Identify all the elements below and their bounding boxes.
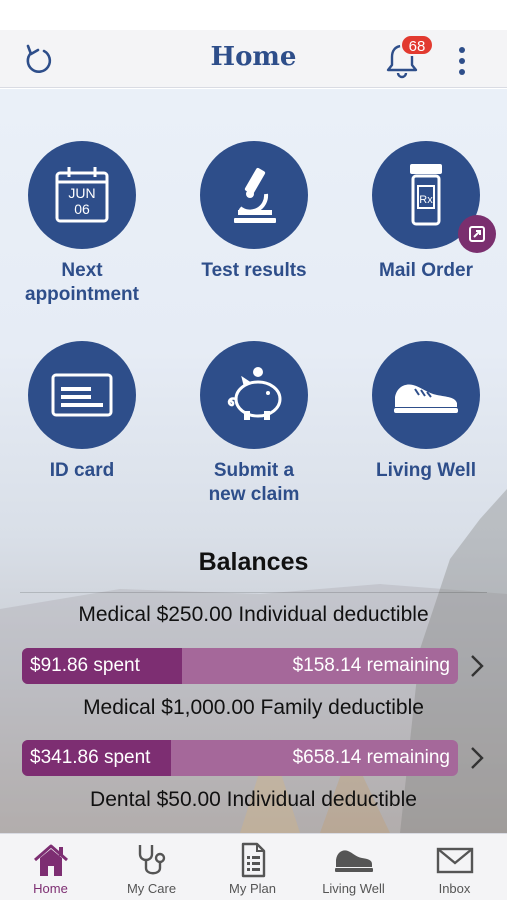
tile-living-well[interactable]: Living Well (341, 341, 507, 483)
tab-label-living-well: Living Well (322, 881, 385, 896)
balance-remaining-text: $658.14 remaining (292, 747, 450, 768)
notification-badge: 68 (400, 34, 434, 56)
calendar-icon: JUN 06 (55, 167, 109, 223)
more-menu-icon[interactable] (452, 44, 472, 76)
balances-heading: Balances (198, 548, 309, 576)
tab-label-inbox: Inbox (438, 881, 471, 896)
calendar-day: 06 (74, 201, 90, 217)
external-link-badge (458, 215, 496, 253)
tab-label-home: Home (33, 881, 68, 896)
tile-label-next-appointment: Next appointment (25, 260, 139, 305)
tile-next-appointment[interactable]: JUN 06 Next appointment (0, 141, 167, 307)
tab-label-my-plan: My Plan (229, 881, 276, 896)
stethoscope-icon (138, 845, 165, 875)
tab-my-care[interactable]: My Care (101, 834, 202, 900)
tab-inbox[interactable]: Inbox (404, 834, 505, 900)
tile-id-card[interactable]: ID card (0, 341, 167, 483)
sneaker-icon (334, 850, 373, 872)
tab-label-my-care: My Care (126, 881, 177, 896)
calendar-month: JUN (68, 185, 95, 201)
balance-spent-text: $91.86 spent (30, 655, 140, 676)
chevron-right-icon[interactable] (468, 744, 486, 772)
mail-order-circle: Rx (372, 141, 496, 253)
tile-label-mail-order: Mail Order (379, 260, 473, 281)
tile-label-living-well: Living Well (376, 460, 476, 481)
balance-description: Medical $1,000.00 Family deductible (83, 696, 424, 719)
balance-spent-text: $341.86 spent (30, 747, 151, 768)
balance-description: Medical $250.00 Individual deductible (78, 603, 429, 626)
tile-submit-claim[interactable]: Submit a new claim (169, 341, 339, 507)
app-header: Home 68 (0, 30, 507, 88)
tile-label-id-card: ID card (49, 460, 115, 481)
svg-text:Rx: Rx (419, 194, 433, 206)
id-card-circle (28, 341, 136, 449)
balance-remaining-text: $158.14 remaining (292, 655, 450, 676)
external-link-icon (469, 226, 485, 242)
balance-progress-bar[interactable]: $341.86 spent $658.14 remaining (22, 740, 458, 776)
envelope-icon (436, 847, 473, 874)
microscope-icon (234, 167, 276, 223)
tile-test-results[interactable]: Test results (169, 141, 339, 283)
status-bar-area (0, 0, 507, 30)
balance-description: Dental $50.00 Individual deductible (90, 788, 417, 811)
test-results-circle (200, 141, 308, 249)
balances-divider (20, 592, 487, 593)
sneaker-icon (394, 384, 458, 413)
tile-mail-order[interactable]: Rx Mail Order (341, 141, 507, 283)
document-icon (241, 842, 265, 878)
next-appointment-circle: JUN 06 (28, 141, 136, 249)
tile-label-test-results: Test results (201, 260, 307, 281)
balance-progress-bar[interactable]: $91.86 spent $158.14 remaining (22, 648, 458, 684)
chevron-right-icon[interactable] (468, 652, 486, 680)
tab-my-plan[interactable]: My Plan (202, 834, 303, 900)
home-content[interactable]: JUN 06 Next appointment Test results Rx (0, 89, 507, 833)
tab-living-well[interactable]: Living Well (303, 834, 404, 900)
tile-label-submit-claim: Submit a new claim (208, 460, 300, 505)
house-icon (33, 844, 68, 876)
id-card-icon (51, 373, 113, 417)
piggy-bank-icon (227, 367, 282, 420)
pill-bottle-icon: Rx (410, 164, 442, 226)
living-well-circle (372, 341, 480, 449)
tab-home[interactable]: Home (0, 834, 101, 900)
bottom-tab-bar: Home My Care My Plan Living Well Inbox (0, 833, 507, 900)
submit-claim-circle (200, 341, 308, 449)
